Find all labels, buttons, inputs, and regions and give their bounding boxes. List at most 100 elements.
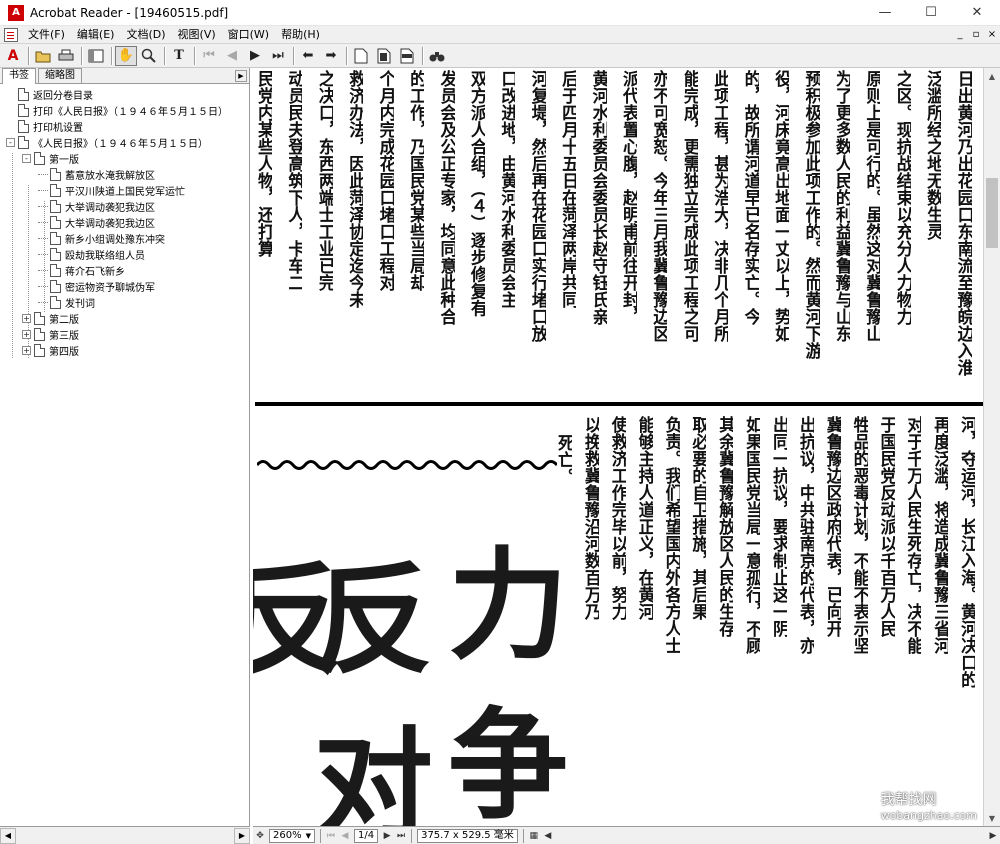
find-binoculars-icon[interactable] (426, 46, 448, 66)
bookmark-item[interactable]: 发刊词 (0, 294, 249, 310)
bookmark-item[interactable]: 返回分卷目录 (0, 86, 249, 102)
scroll-left-arrow-icon[interactable]: ◀ (0, 827, 16, 844)
bookmark-item[interactable]: 密运物资予聊城伪军 (0, 278, 249, 294)
first-page-icon[interactable]: ⏮ (198, 46, 220, 66)
newspaper-text-column: 亦不可宽恕。今年三月我冀鲁豫边区 (650, 70, 668, 342)
mdi-close-button[interactable]: × (984, 29, 1000, 40)
bookmark-page-icon (18, 135, 29, 149)
fit-page-icon[interactable] (373, 46, 395, 66)
split-view-icon[interactable]: ✥ (253, 829, 267, 843)
bookmark-item[interactable]: 新乡小组调处豫东冲突 (0, 230, 249, 246)
collapse-icon[interactable]: - (6, 137, 15, 147)
bookmark-page-icon (34, 311, 45, 325)
next-page-icon[interactable]: ▶ (244, 46, 266, 66)
maximize-button[interactable]: ☐ (908, 0, 954, 26)
scroll-up-arrow-icon[interactable]: ▲ (984, 68, 1000, 84)
fit-width-icon[interactable] (396, 46, 418, 66)
minimize-button[interactable]: — (862, 0, 908, 26)
expand-icon[interactable]: + (22, 329, 31, 339)
newspaper-text-column: 救济办法，因此菏泽协定迄今未 (346, 70, 364, 308)
mdi-restore-button[interactable]: ▫ (968, 29, 984, 40)
menu-window[interactable]: 窗口(W) (222, 26, 275, 44)
bookmark-item[interactable]: + 第二版 (0, 310, 249, 326)
expand-icon[interactable]: + (22, 345, 31, 355)
status-previous-page-icon[interactable]: ◀ (338, 829, 352, 843)
status-scroll-left-icon[interactable]: ◀ (541, 829, 555, 843)
newspaper-text-column: 负责。我们希望国内外各方人士 (662, 416, 680, 654)
close-button[interactable]: ✕ (954, 0, 1000, 26)
zoom-dropdown-icon[interactable]: ▼ (306, 830, 311, 842)
bookmark-item[interactable]: + 第三版 (0, 326, 249, 342)
hand-tool-icon[interactable]: ✋ (115, 45, 137, 66)
bookmark-item[interactable]: 大举调动袭犯我边区 (0, 214, 249, 230)
newspaper-text-column: 为了更多数人民的利益冀鲁豫与山东 (832, 70, 850, 342)
menu-help[interactable]: 帮助(H) (275, 26, 326, 44)
expand-icon[interactable]: + (22, 313, 31, 323)
bookmark-label: 新乡小组调处豫东冲突 (65, 234, 165, 246)
bookmark-item[interactable]: + 第四版 (0, 342, 249, 358)
scroll-right-arrow-icon[interactable]: ▶ (234, 827, 250, 844)
show-navigation-pane-icon[interactable] (85, 46, 107, 66)
pane-menu-arrow-icon[interactable]: ▶ (235, 70, 247, 82)
newspaper-text-column: 动员民夫登高筑下人，卡车二 (285, 70, 303, 291)
scroll-down-arrow-icon[interactable]: ▼ (984, 810, 1000, 826)
window-title: Acrobat Reader - [19460515.pdf] (30, 5, 229, 20)
text-select-tool-icon[interactable]: T (168, 46, 190, 66)
bookmark-item[interactable]: 大举调动袭犯我边区 (0, 198, 249, 214)
headline-char-li: 力 (448, 535, 568, 676)
go-back-icon[interactable]: ⬅ (297, 46, 319, 66)
newspaper-text-column: 的工作，乃国民党某些当局却 (407, 70, 425, 291)
newspaper-text-column: 再度泛滥，将造成冀鲁豫三省河 (931, 416, 949, 654)
adobe-logo-icon[interactable]: A (2, 46, 24, 66)
status-last-page-icon[interactable]: ⏭ (394, 829, 408, 843)
status-first-page-icon[interactable]: ⏮ (324, 829, 338, 843)
bookmark-item[interactable]: 殴劫我联络组人员 (0, 246, 249, 262)
vertical-scrollbar[interactable]: ▲ ▼ (983, 68, 1000, 826)
open-folder-icon[interactable] (32, 46, 54, 66)
zoom-level-field[interactable]: 260% ▼ (269, 828, 315, 843)
bookmark-item[interactable]: 蒋介石飞新乡 (0, 262, 249, 278)
status-bar: ✥ 260% ▼ ⏮ ◀ 1/4 ▶ ⏭ 375.7 x 529.5 毫米 ▦ ◀… (253, 826, 1000, 844)
bookmark-label: 平汉川陕道上国民党军运忙 (65, 186, 185, 198)
newspaper-text-column: 河，夺运河，长江入海。黄河决口的 (958, 416, 976, 688)
bookmark-item[interactable]: - 《人民日报》（１９４６年５月１５日） (0, 134, 249, 150)
bookmark-item[interactable]: 打印《人民日报》（１９４６年５月１５日） (0, 102, 249, 118)
last-page-icon[interactable]: ⏭ (267, 46, 289, 66)
previous-page-icon[interactable]: ◀ (221, 46, 243, 66)
bookmark-label: 第三版 (49, 330, 79, 342)
newspaper-text-column: 牲品的恶毒计划，不能不表示坚 (850, 416, 868, 654)
zoom-tool-icon[interactable] (138, 46, 160, 66)
bookmark-item[interactable]: 蓄意放水淹我解放区 (0, 166, 249, 182)
scrollbar-thumb[interactable] (986, 178, 998, 248)
tab-thumbnails[interactable]: 缩略图 (38, 68, 82, 83)
actual-size-icon[interactable] (350, 46, 372, 66)
nav-pane-horizontal-scrollbar[interactable]: ◀ ▶ (0, 826, 250, 844)
print-icon[interactable] (55, 46, 77, 66)
page-layout-icon[interactable]: ▦ (527, 829, 541, 843)
headline-char-fan: 反 (313, 550, 433, 691)
document-view[interactable]: 日出黄河乃出花园口东南流至豫皖边入淮 泛滥所经之地无数生灵 之区。现抗战结束以充分人… (253, 68, 983, 826)
status-scroll-right-icon[interactable]: ▶ (986, 829, 1000, 843)
menu-edit[interactable]: 编辑(E) (71, 26, 121, 44)
collapse-icon[interactable]: - (22, 153, 31, 163)
bookmark-tree: 返回分卷目录 打印《人民日报》（１９４６年５月１５日） 打印机设置 - 《人民日报》（１… (0, 84, 249, 358)
go-forward-icon[interactable]: ➡ (320, 46, 342, 66)
mdi-minimize-button[interactable]: _ (952, 29, 968, 40)
newspaper-text-column: 个月内完成花园口堵口工程对 (376, 70, 394, 291)
document-menu-icon[interactable] (4, 27, 18, 42)
menu-file[interactable]: 文件(F) (22, 26, 71, 44)
bookmark-page-icon (50, 199, 61, 213)
bookmark-page-icon (18, 103, 29, 117)
status-next-page-icon[interactable]: ▶ (380, 829, 394, 843)
newspaper-text-column: 以挽救冀鲁豫沿河数百万乃 (581, 416, 599, 620)
bookmark-item[interactable]: 打印机设置 (0, 118, 249, 134)
newspaper-text-column: 于国民党反动派以千百万人民 (877, 416, 895, 637)
headline-char-dui: 对 (313, 715, 433, 826)
bookmark-item[interactable]: 平汉川陕道上国民党军运忙 (0, 182, 249, 198)
menu-document[interactable]: 文档(D) (120, 26, 171, 44)
tab-bookmarks[interactable]: 书签 (2, 68, 36, 84)
bookmark-item[interactable]: - 第一版 (0, 150, 249, 166)
bookmark-label: 大举调动袭犯我边区 (65, 202, 155, 214)
page-number-field[interactable]: 1/4 (353, 828, 379, 843)
menu-view[interactable]: 视图(V) (172, 26, 222, 44)
